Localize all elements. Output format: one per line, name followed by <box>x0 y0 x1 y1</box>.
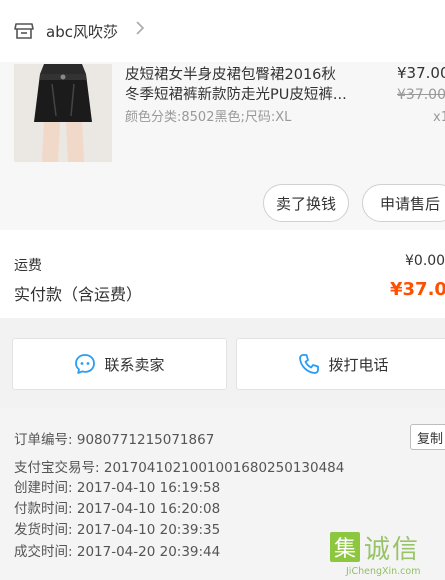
product-thumbnail[interactable] <box>14 64 112 162</box>
order-number-value: 9080771215071867 <box>76 432 215 448</box>
product-title[interactable]: 皮短裙女半身皮裙包臀裙2016秋 冬季短裙裤新款防走光PU皮短裤... <box>125 65 365 105</box>
closed-time-value: 2017-04-20 20:39:44 <box>76 544 221 560</box>
paid-time-label: 付款时间: <box>14 501 73 517</box>
call-button[interactable]: 拨打电话 <box>236 338 445 390</box>
watermark-url: JiChengXin.com <box>346 566 421 577</box>
order-number-row: 订单编号: 9080771215071867 <box>14 428 214 448</box>
product-title-line-1[interactable]: 皮短裙女半身皮裙包臀裙2016秋 <box>125 65 365 85</box>
store-name[interactable]: abc风吹莎 <box>46 21 118 42</box>
watermark-logo: 集 <box>330 532 360 562</box>
order-number-label: 订单编号: <box>14 432 73 448</box>
chevron-right-icon[interactable] <box>134 19 146 37</box>
alipay-trade-row: 支付宝交易号: 2017041021001001680250130484 <box>14 456 344 476</box>
phone-icon <box>299 354 320 374</box>
alipay-trade-label: 支付宝交易号: <box>14 460 100 476</box>
created-time-value: 2017-04-10 16:19:58 <box>76 480 221 496</box>
chat-icon <box>75 354 96 374</box>
shipped-time-row: 发货时间: 2017-04-10 20:39:35 <box>14 518 220 538</box>
closed-time-row: 成交时间: 2017-04-20 20:39:44 <box>14 540 220 560</box>
contact-seller-label: 联系卖家 <box>104 355 165 374</box>
after-sale-button[interactable]: 申请售后 <box>362 184 445 222</box>
product-quantity: x1 <box>433 110 445 125</box>
created-time-label: 创建时间: <box>14 480 73 496</box>
shipping-label: 运费 <box>14 258 42 274</box>
created-time-row: 创建时间: 2017-04-10 16:19:58 <box>14 476 220 496</box>
closed-time-label: 成交时间: <box>14 544 73 560</box>
paid-time-row: 付款时间: 2017-04-10 16:20:08 <box>14 497 220 517</box>
product-original-price: ¥37.00 <box>397 87 445 103</box>
product-title-line-2[interactable]: 冬季短裙裤新款防走光PU皮短裤... <box>125 85 365 105</box>
copy-button[interactable]: 复制 <box>410 424 445 450</box>
paid-label: 实付款（含运费） <box>14 285 143 304</box>
paid-value: ¥37.00 <box>390 279 445 300</box>
shipped-time-label: 发货时间: <box>14 522 73 538</box>
shipped-time-value: 2017-04-10 20:39:35 <box>76 522 221 538</box>
alipay-trade-value: 2017041021001001680250130484 <box>103 460 345 476</box>
paid-time-value: 2017-04-10 16:20:08 <box>76 501 221 517</box>
sell-button[interactable]: 卖了换钱 <box>263 184 349 222</box>
shipping-value: ¥0.00 <box>405 253 445 269</box>
shop-icon <box>14 23 34 39</box>
call-label: 拨打电话 <box>328 355 389 374</box>
watermark-text: 诚信 <box>364 535 421 565</box>
contact-seller-button[interactable]: 联系卖家 <box>12 338 227 390</box>
product-price: ¥37.00 <box>397 64 445 82</box>
product-spec: 颜色分类:8502黑色;尺码:XL <box>125 110 292 125</box>
